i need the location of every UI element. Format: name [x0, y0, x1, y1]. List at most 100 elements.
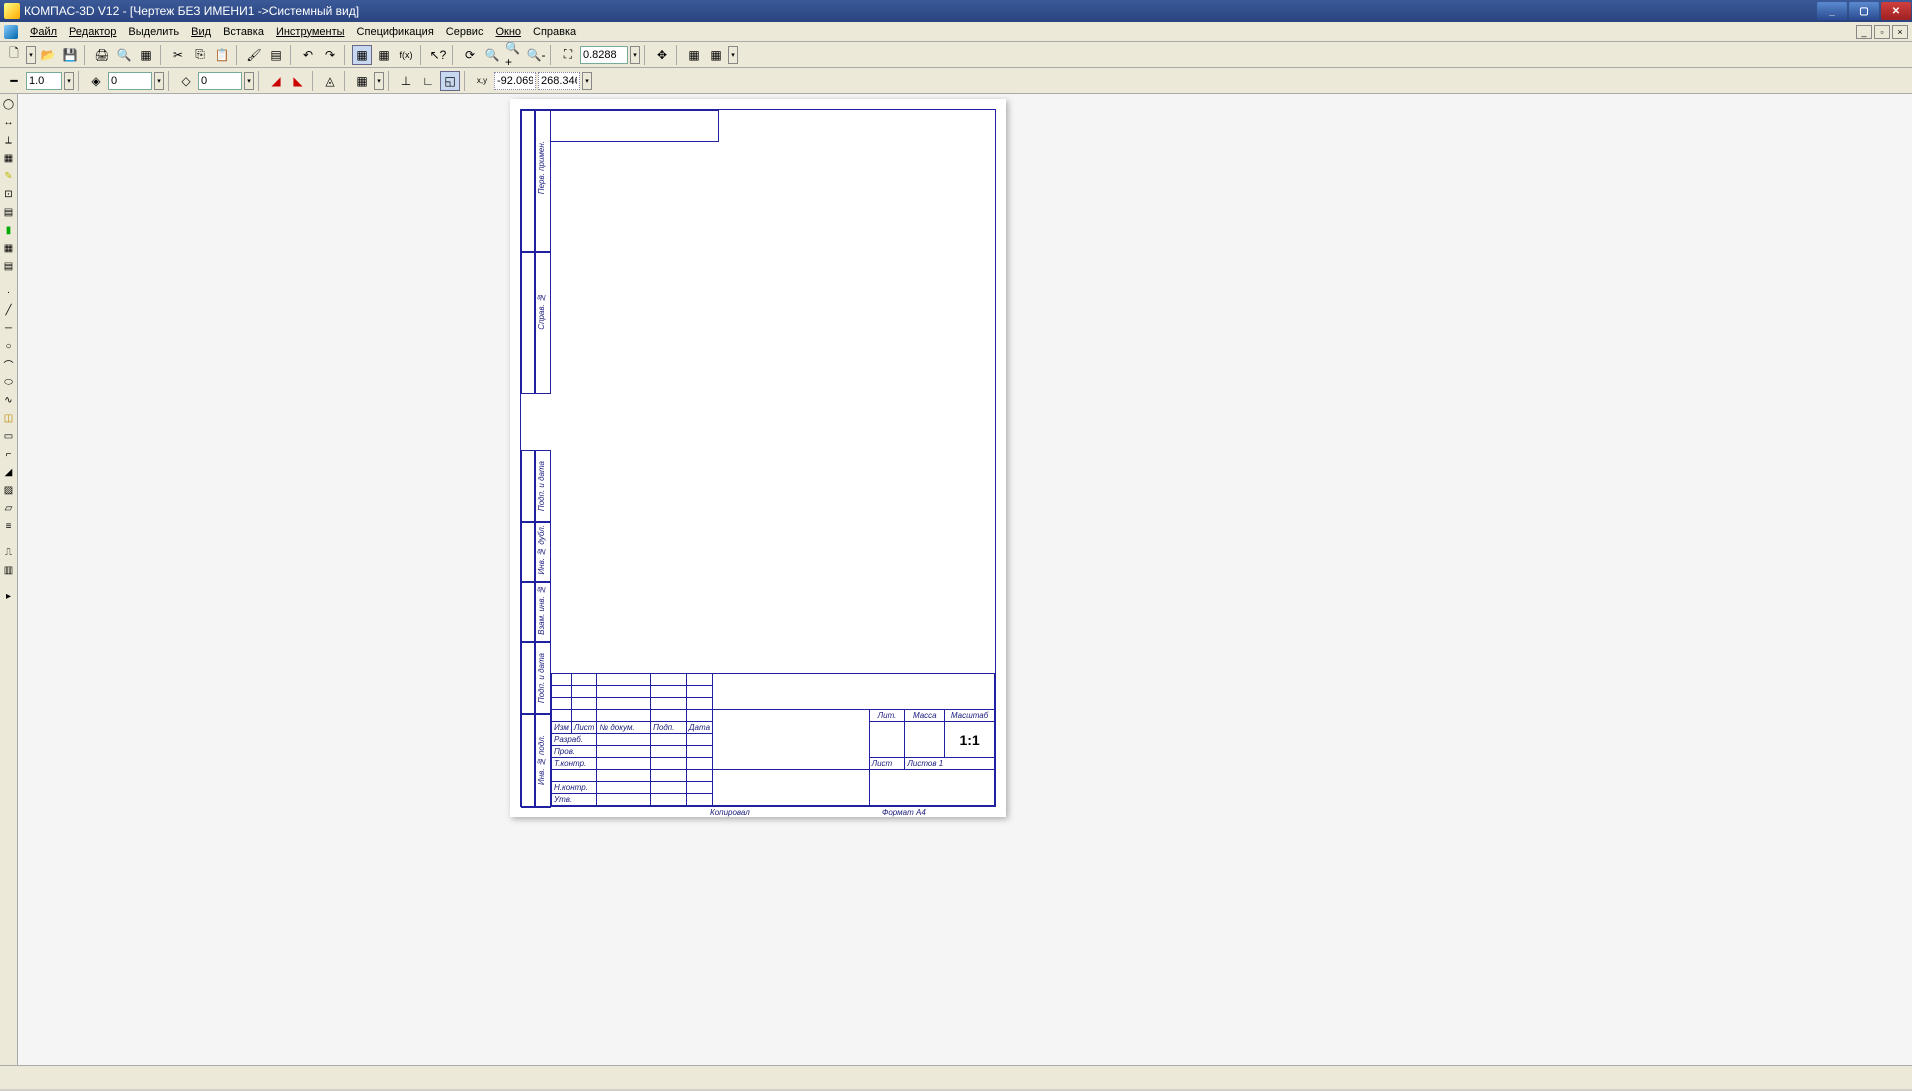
point-icon[interactable]: · [1, 284, 17, 300]
undo-icon[interactable]: ↶ [298, 45, 318, 65]
collect-icon[interactable]: ▥ [1, 562, 17, 578]
open-icon[interactable]: 📂 [38, 45, 58, 65]
line-width-dropdown[interactable]: ▾ [64, 72, 74, 90]
state-input[interactable] [198, 72, 242, 90]
pan-icon[interactable]: ✥ [652, 45, 672, 65]
break-icon[interactable]: ⎍ [1, 544, 17, 560]
redo-icon[interactable]: ↷ [320, 45, 340, 65]
snap-icon[interactable]: ◬ [320, 71, 340, 91]
equidist-icon[interactable]: ≡ [1, 518, 17, 534]
color1-icon[interactable]: ◢ [266, 71, 286, 91]
arc-icon[interactable]: ⌒ [1, 356, 17, 372]
color2-icon[interactable]: ◣ [288, 71, 308, 91]
menu-insert[interactable]: Вставка [217, 24, 270, 40]
zoom-window-icon[interactable]: 🔍 [482, 45, 502, 65]
menu-tools[interactable]: Инструменты [270, 24, 351, 40]
polyline-icon[interactable]: ◫ [1, 410, 17, 426]
fx-icon[interactable]: f(x) [396, 45, 416, 65]
line-width-input[interactable] [26, 72, 62, 90]
mdi-minimize-button[interactable]: _ [1856, 25, 1872, 39]
mode2-icon[interactable]: ▦ [706, 45, 726, 65]
construction-icon[interactable]: ▦ [1, 150, 17, 166]
manager-icon[interactable]: ▦ [352, 45, 372, 65]
menu-service[interactable]: Сервис [440, 24, 490, 40]
expand-icon[interactable]: ▸ [1, 588, 17, 604]
report-icon[interactable]: ▤ [1, 258, 17, 274]
aux-line-icon[interactable]: ╱ [1, 302, 17, 318]
mdi-close-button[interactable]: × [1892, 25, 1908, 39]
spline-icon[interactable]: ∿ [1, 392, 17, 408]
geometry-icon[interactable]: ◯ [1, 96, 17, 112]
zoom-value-input[interactable] [580, 46, 628, 64]
zoom-out-icon[interactable]: 🔍- [526, 45, 546, 65]
menu-select[interactable]: Выделить [122, 24, 185, 40]
properties-icon[interactable]: ▤ [266, 45, 286, 65]
contour-icon[interactable]: ▱ [1, 500, 17, 516]
chamfer-icon[interactable]: ◢ [1, 464, 17, 480]
help-cursor-icon[interactable]: ↖? [428, 45, 448, 65]
refresh-icon[interactable]: ⟳ [460, 45, 480, 65]
preview-icon[interactable]: 🔍 [114, 45, 134, 65]
close-button[interactable]: ✕ [1881, 2, 1911, 20]
copy-icon[interactable]: ⎘ [190, 45, 210, 65]
variables-icon[interactable]: ▦ [374, 45, 394, 65]
grid-icon[interactable]: ▦ [352, 71, 372, 91]
measure-icon[interactable]: ▤ [1, 204, 17, 220]
select-icon[interactable]: ▮ [1, 222, 17, 238]
hatch-icon[interactable]: ▨ [1, 482, 17, 498]
menu-view[interactable]: Вид [185, 24, 217, 40]
round-icon[interactable]: ◱ [440, 71, 460, 91]
new-icon[interactable]: 🗋 [4, 45, 24, 65]
save-icon[interactable]: 💾 [60, 45, 80, 65]
menu-file[interactable]: Файл [24, 24, 63, 40]
edit-icon[interactable]: ✎ [1, 168, 17, 184]
spec-icon[interactable]: ▦ [1, 240, 17, 256]
fillet-icon[interactable]: ⌐ [1, 446, 17, 462]
new-dropdown[interactable]: ▾ [26, 46, 36, 64]
menubar: Файл Редактор Выделить Вид Вставка Инстр… [0, 22, 1912, 42]
ortho-icon[interactable]: ⊥ [396, 71, 416, 91]
compact-panel: ◯ ↔ ⟂ ▦ ✎ ⊡ ▤ ▮ ▦ ▤ · ╱ ─ ○ ⌒ ⬭ ∿ ◫ ▭ ⌐ … [0, 94, 18, 1065]
format-painter-icon[interactable]: 🖌 [244, 45, 264, 65]
maximize-button[interactable]: ▢ [1849, 2, 1879, 20]
mdi-restore-button[interactable]: ▫ [1874, 25, 1890, 39]
paste-icon[interactable]: 📋 [212, 45, 232, 65]
menu-edit[interactable]: Редактор [63, 24, 122, 40]
menu-help[interactable]: Справка [527, 24, 582, 40]
menu-spec[interactable]: Спецификация [351, 24, 440, 40]
line-style-icon[interactable]: ━ [4, 71, 24, 91]
coord-label-icon[interactable]: x,y [472, 71, 492, 91]
menu-window[interactable]: Окно [489, 24, 527, 40]
layer-input[interactable] [108, 72, 152, 90]
rectangle-icon[interactable]: ▭ [1, 428, 17, 444]
layer-icon[interactable]: ◈ [86, 71, 106, 91]
notation-icon[interactable]: ⟂ [1, 132, 17, 148]
zoom-in-icon[interactable]: 🔍+ [504, 45, 524, 65]
document-icon[interactable] [4, 25, 18, 39]
toolbar-menu[interactable]: ▾ [728, 46, 738, 64]
mode1-icon[interactable]: ▦ [684, 45, 704, 65]
state-icon[interactable]: ◇ [176, 71, 196, 91]
toolbar2-menu[interactable]: ▾ [582, 72, 592, 90]
coord-x-input[interactable] [494, 72, 536, 90]
title-block: Лит.МассаМасштаб ИзмЛист№ докум.Подп.Дат… [551, 673, 995, 806]
minimize-button[interactable]: _ [1817, 2, 1847, 20]
dimension-icon[interactable]: ↔ [1, 114, 17, 130]
left-zone-invpodl [521, 714, 535, 808]
grid-dropdown[interactable]: ▾ [374, 72, 384, 90]
layer-dropdown[interactable]: ▾ [154, 72, 164, 90]
circle-icon[interactable]: ○ [1, 338, 17, 354]
segment-icon[interactable]: ─ [1, 320, 17, 336]
coord-y-input[interactable] [538, 72, 580, 90]
print-icon[interactable]: 🖨 [92, 45, 112, 65]
ellipse-icon[interactable]: ⬭ [1, 374, 17, 390]
label-sprav: Справ. № [537, 293, 546, 330]
params-icon[interactable]: ⊡ [1, 186, 17, 202]
zoom-dropdown[interactable]: ▾ [630, 46, 640, 64]
page-setup-icon[interactable]: ▦ [136, 45, 156, 65]
zoom-fit-icon[interactable]: ⛶ [558, 45, 578, 65]
cut-icon[interactable]: ✂ [168, 45, 188, 65]
drawing-canvas[interactable]: Перв. примен. Справ. № Подп. и дата Инв.… [18, 94, 1912, 1065]
state-dropdown[interactable]: ▾ [244, 72, 254, 90]
local-cs-icon[interactable]: ∟ [418, 71, 438, 91]
